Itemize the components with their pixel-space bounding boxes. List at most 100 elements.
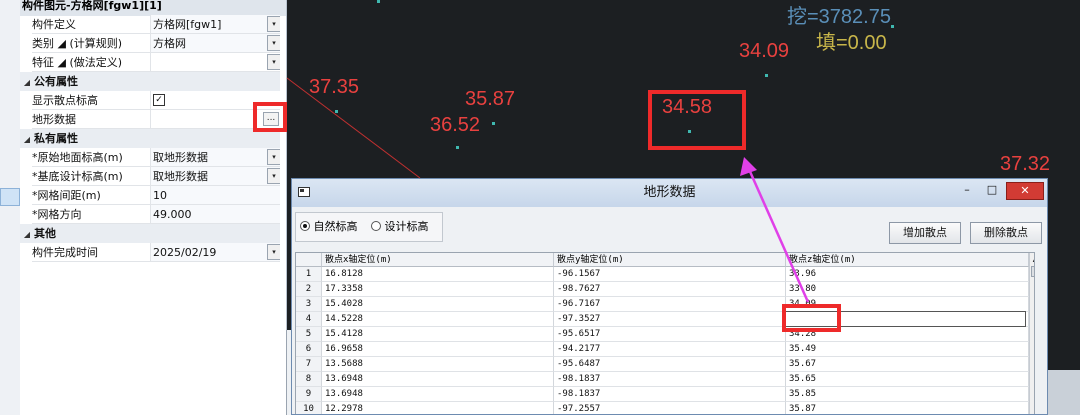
property-value[interactable]: 10 — [150, 186, 280, 205]
property-value[interactable]: 49.000 — [150, 205, 280, 224]
collapse-triangle-icon[interactable]: ◢ — [20, 130, 34, 149]
x-cell[interactable]: 16.9658 — [322, 342, 554, 357]
column-header-x[interactable]: 散点x轴定位(m) — [322, 253, 554, 267]
property-category-label: 公有属性 — [34, 75, 78, 88]
y-cell[interactable]: -95.6487 — [554, 357, 786, 372]
dropdown-arrow-icon[interactable]: ▾ — [267, 149, 280, 165]
dropdown-arrow-icon[interactable]: ▾ — [267, 54, 280, 70]
z-cell[interactable]: 35.65 — [786, 372, 1029, 387]
collapse-triangle-icon[interactable]: ◢ — [20, 225, 34, 244]
property-name: 特征 ◢ (做法定义) — [32, 53, 150, 72]
table-row[interactable]: 10 12.2978 -97.2557 35.87 — [296, 402, 1034, 414]
maximize-button[interactable]: □ — [980, 182, 1004, 200]
table-row[interactable]: 2 17.3358 -98.7627 33.80 — [296, 282, 1034, 297]
table-row[interactable]: 1 16.8128 -96.1567 33.96 — [296, 267, 1034, 282]
y-cell[interactable]: -96.1567 — [554, 267, 786, 282]
elevation-type-radio-group: 自然标高 设计标高 — [295, 212, 443, 242]
dialog-titlebar[interactable]: 地形数据 – □ ✕ — [292, 179, 1047, 207]
survey-point[interactable] — [456, 146, 459, 149]
survey-point[interactable] — [335, 110, 338, 113]
close-button[interactable]: ✕ — [1006, 182, 1044, 200]
radio-design-option[interactable]: 设计标高 — [371, 220, 429, 233]
row-number: 9 — [296, 387, 322, 402]
delete-point-button[interactable]: 删除散点 — [970, 222, 1042, 244]
x-cell[interactable]: 13.5688 — [322, 357, 554, 372]
row-number-header — [296, 253, 322, 267]
add-point-button[interactable]: 增加散点 — [889, 222, 961, 244]
x-cell[interactable]: 12.2978 — [322, 402, 554, 414]
property-category[interactable]: ◢ 私有属性 — [20, 129, 280, 148]
property-value[interactable]: 取地形数据 ▾ — [150, 167, 280, 186]
table-row[interactable]: 8 13.6948 -98.1837 35.65 — [296, 372, 1034, 387]
dropdown-arrow-icon[interactable]: ▾ — [267, 168, 280, 184]
survey-point[interactable] — [377, 0, 380, 3]
dock-selected-tab[interactable] — [0, 188, 20, 206]
y-cell[interactable]: -98.1837 — [554, 387, 786, 402]
z-cell[interactable]: 33.80 — [786, 282, 1029, 297]
property-category[interactable]: ◢ 其他 — [20, 224, 280, 243]
property-category[interactable]: ◢ 公有属性 — [20, 72, 280, 91]
show-points-checkbox[interactable]: ✓ — [153, 94, 165, 106]
property-value-text: 10 — [153, 189, 167, 202]
z-cell[interactable]: 35.49 — [786, 342, 1029, 357]
radio-natural-option[interactable]: 自然标高 — [300, 220, 358, 233]
z-cell[interactable]: 35.87 — [786, 402, 1029, 414]
survey-point[interactable] — [765, 74, 768, 77]
column-header-z[interactable]: 散点z轴定位(m) — [786, 253, 1029, 267]
z-cell[interactable]: 33.96 — [786, 267, 1029, 282]
x-cell[interactable]: 13.6948 — [322, 387, 554, 402]
property-value[interactable]: ▾ — [150, 53, 280, 72]
window-icon — [298, 187, 310, 197]
scroll-up-arrow[interactable]: ▲ — [1030, 253, 1034, 265]
x-cell[interactable]: 13.6948 — [322, 372, 554, 387]
property-name: 显示散点标高 — [32, 91, 150, 110]
property-row: 构件定义 方格网[fgw1] ▾ — [20, 15, 280, 34]
dropdown-arrow-icon[interactable]: ▾ — [267, 16, 280, 32]
table-row[interactable]: 6 16.9658 -94.2177 35.49 — [296, 342, 1034, 357]
table-row[interactable]: 3 15.4028 -96.7167 34.09 — [296, 297, 1034, 312]
y-cell[interactable]: -94.2177 — [554, 342, 786, 357]
vertical-scrollbar[interactable]: ▲ — [1029, 253, 1034, 414]
table-row[interactable]: 5 15.4128 -95.6517 34.28 — [296, 327, 1034, 342]
dropdown-arrow-icon[interactable]: ▾ — [267, 35, 280, 51]
table-row[interactable]: 9 13.6948 -98.1837 35.85 — [296, 387, 1034, 402]
y-cell[interactable]: -95.6517 — [554, 327, 786, 342]
elevation-label: 37.32 — [1000, 153, 1051, 175]
y-cell[interactable]: -97.3527 — [554, 312, 786, 327]
table-row[interactable]: 7 13.5688 -95.6487 35.67 — [296, 357, 1034, 372]
x-cell[interactable]: 15.4028 — [322, 297, 554, 312]
property-name: 构件定义 — [32, 15, 150, 34]
x-cell[interactable]: 14.5228 — [322, 312, 554, 327]
row-number: 2 — [296, 282, 322, 297]
property-value[interactable]: 方格网[fgw1] ▾ — [150, 15, 280, 34]
column-header-y[interactable]: 散点y轴定位(m) — [554, 253, 786, 267]
minimize-button[interactable]: – — [955, 182, 979, 200]
survey-point[interactable] — [891, 25, 894, 28]
collapse-triangle-icon[interactable]: ◢ — [20, 73, 34, 92]
radio-natural-indicator[interactable] — [300, 221, 310, 231]
x-cell[interactable]: 16.8128 — [322, 267, 554, 282]
z-cell[interactable]: 35.85 — [786, 387, 1029, 402]
scroll-thumb[interactable] — [1031, 266, 1034, 277]
property-value[interactable]: 方格网 ▾ — [150, 34, 280, 53]
property-value[interactable]: 取地形数据 ▾ — [150, 148, 280, 167]
survey-point[interactable] — [492, 122, 495, 125]
y-cell[interactable]: -98.1837 — [554, 372, 786, 387]
dropdown-arrow-icon[interactable]: ▾ — [267, 244, 280, 260]
radio-design-indicator[interactable] — [371, 221, 381, 231]
row-number: 5 — [296, 327, 322, 342]
property-value[interactable]: 2025/02/19 ▾ — [150, 243, 280, 262]
y-cell[interactable]: -96.7167 — [554, 297, 786, 312]
terrain-data-dialog: 地形数据 – □ ✕ 自然标高 设计标高 增加散点 删除散点 散点x轴定位(m)… — [291, 178, 1048, 415]
x-cell[interactable]: 15.4128 — [322, 327, 554, 342]
elevation-label: 34.09 — [739, 40, 790, 62]
property-row: *网格方向 49.000 — [20, 205, 280, 224]
z-cell[interactable]: 35.67 — [786, 357, 1029, 372]
terrain-points-table: 散点x轴定位(m) 散点y轴定位(m) 散点z轴定位(m) 1 16.8128 -9… — [295, 252, 1035, 414]
property-category-label: 其他 — [34, 227, 56, 240]
property-name: 构件完成时间 — [32, 243, 150, 262]
y-cell[interactable]: -97.2557 — [554, 402, 786, 414]
y-cell[interactable]: -98.7627 — [554, 282, 786, 297]
property-name: *原始地面标高(m) — [32, 148, 150, 167]
x-cell[interactable]: 17.3358 — [322, 282, 554, 297]
